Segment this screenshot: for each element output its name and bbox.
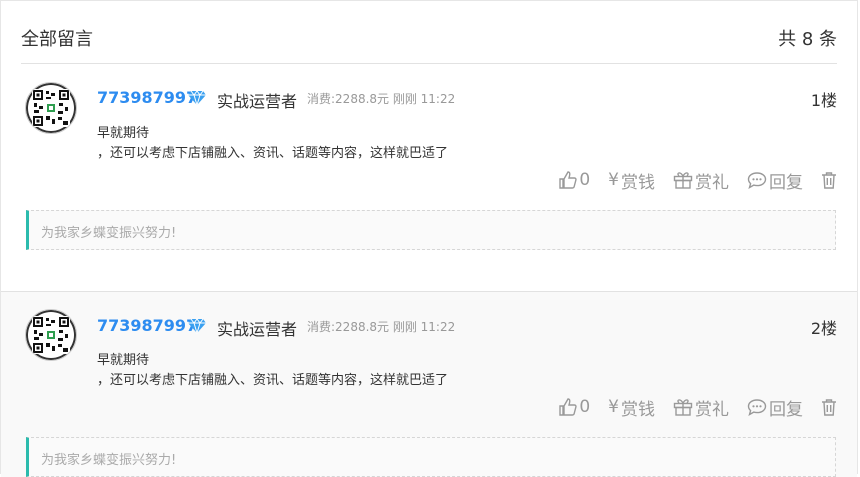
reward-gift-button[interactable]: 赏礼 — [673, 168, 729, 193]
gift-icon — [673, 399, 693, 416]
qr-code-avatar-icon — [32, 89, 70, 127]
comment-meta: 消费:2288.8元 刚刚 11:22 — [307, 92, 456, 106]
comment-meta: 消费:2288.8元 刚刚 11:22 — [307, 320, 456, 334]
username-link[interactable]: 773987997 — [97, 316, 197, 335]
comment-text-line: ，还可以考虑下店铺融入、资讯、话题等内容，这样就巴适了 — [97, 146, 449, 161]
diamond-icon — [188, 90, 206, 106]
comments-panel: 全部留言 共 8 条 773987997 实战运营者 消费:2288.8元 刚刚… — [0, 0, 858, 477]
delete-button[interactable] — [821, 398, 837, 416]
like-count: 0 — [579, 397, 591, 417]
user-role: 实战运营者 — [217, 320, 298, 339]
comment-text-line: ，还可以考虑下店铺融入、资讯、话题等内容，这样就巴适了 — [97, 373, 449, 388]
comment-text-line: 早就期待 — [97, 353, 150, 368]
reply-button[interactable]: 回复 — [747, 395, 803, 420]
trash-icon — [822, 172, 836, 189]
reward-money-label: 赏钱 — [621, 172, 655, 193]
delete-button[interactable] — [821, 171, 837, 189]
user-signature-note: 为我家乡蝶变振兴努力! — [26, 437, 836, 477]
reward-gift-button[interactable]: 赏礼 — [673, 395, 729, 420]
avatar[interactable] — [25, 309, 77, 361]
comment-item: 773987997 实战运营者 消费:2288.8元 刚刚 11:22 1楼 早… — [1, 64, 857, 279]
avatar[interactable] — [25, 82, 77, 134]
reward-money-label: 赏钱 — [621, 399, 655, 420]
diamond-icon — [188, 318, 206, 334]
reward-gift-label: 赏礼 — [695, 172, 729, 193]
trash-icon — [822, 399, 836, 416]
reward-money-button[interactable]: ¥ 赏钱 — [608, 168, 655, 193]
signature-text: 为我家乡蝶变振兴努力! — [41, 226, 177, 241]
reply-button[interactable]: 回复 — [747, 168, 803, 193]
thumbs-up-icon — [559, 171, 578, 189]
comment-actions: 0 ¥ 赏钱 赏礼 回复 — [559, 168, 837, 193]
gift-icon — [673, 172, 693, 189]
comments-title: 全部留言 — [21, 29, 93, 50]
like-count: 0 — [579, 170, 591, 190]
thumbs-up-icon — [559, 398, 578, 416]
reply-label: 回复 — [769, 172, 803, 193]
comment-text-line: 早就期待 — [97, 126, 150, 141]
comment-item: 773987997 实战运营者 消费:2288.8元 刚刚 11:22 2楼 早… — [1, 291, 857, 477]
comments-header: 全部留言 共 8 条 — [21, 25, 837, 64]
reward-money-button[interactable]: ¥ 赏钱 — [608, 395, 655, 420]
like-button[interactable]: 0 — [559, 397, 590, 417]
comment-actions: 0 ¥ 赏钱 赏礼 回复 — [559, 395, 837, 420]
user-signature-note: 为我家乡蝶变振兴努力! — [26, 210, 836, 250]
speech-bubble-icon — [747, 172, 767, 189]
username-link[interactable]: 773987997 — [97, 88, 197, 107]
floor-number: 1楼 — [810, 91, 837, 110]
reward-gift-label: 赏礼 — [695, 399, 729, 420]
user-role: 实战运营者 — [217, 92, 298, 111]
yen-icon: ¥ — [608, 397, 619, 417]
speech-bubble-icon — [747, 399, 767, 416]
yen-icon: ¥ — [608, 170, 619, 190]
reply-label: 回复 — [769, 399, 803, 420]
like-button[interactable]: 0 — [559, 170, 590, 190]
signature-text: 为我家乡蝶变振兴努力! — [41, 453, 177, 468]
qr-code-avatar-icon — [32, 316, 70, 354]
floor-number: 2楼 — [810, 319, 837, 338]
comments-count: 共 8 条 — [778, 29, 837, 50]
